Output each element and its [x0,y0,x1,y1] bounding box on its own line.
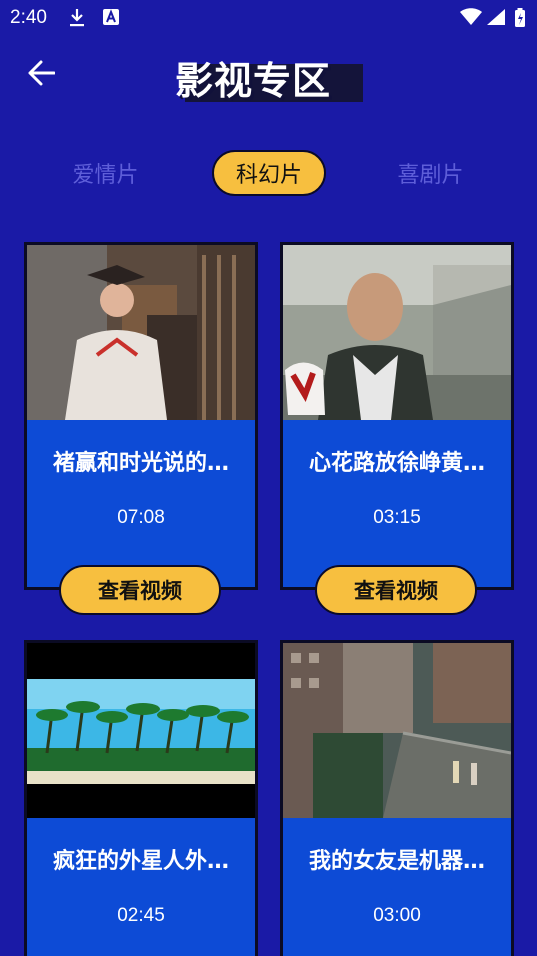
view-video-button[interactable]: 查看视频 [315,565,477,615]
download-icon [68,8,86,32]
tab-comedy[interactable]: 喜剧片 [373,150,488,196]
video-duration: 03:15 [373,507,421,528]
battery-icon [514,8,526,32]
signal-icon [486,8,506,30]
video-title: 心花路放徐峥黄… [308,451,485,476]
video-duration: 02:45 [117,905,165,926]
page-title-wrap: 影视专区 [175,50,365,105]
back-button[interactable] [24,58,58,92]
a-icon [102,8,120,30]
video-card[interactable]: 褚赢和时光说的… 07:08 [24,242,258,590]
view-video-button[interactable]: 查看视频 [59,565,221,615]
video-title: 疯狂的外星人外… [52,849,229,874]
arrow-left-icon [27,60,56,90]
video-thumbnail[interactable] [283,643,511,818]
status-time: 2:40 [10,7,47,28]
tab-scifi[interactable]: 科幻片 [212,150,326,196]
video-title: 褚赢和时光说的… [52,451,229,476]
status-bar: 2:40 [0,0,537,36]
video-card[interactable]: 疯狂的外星人外… 02:45 [24,640,258,956]
video-card[interactable]: 我的女友是机器… 03:00 [280,640,514,956]
video-title: 我的女友是机器… [308,849,485,874]
tab-romance[interactable]: 爱情片 [48,150,163,196]
page-title: 影视专区 [175,59,332,103]
video-duration: 03:00 [373,905,421,926]
video-card[interactable]: 心花路放徐峥黄… 03:15 [280,242,514,590]
category-tabs: 爱情片 科幻片 喜剧片 [0,150,537,198]
video-thumbnail[interactable] [27,245,255,420]
video-thumbnail[interactable] [283,245,511,420]
video-duration: 07:08 [117,507,165,528]
video-thumbnail[interactable] [27,643,255,818]
wifi-icon [460,8,482,30]
